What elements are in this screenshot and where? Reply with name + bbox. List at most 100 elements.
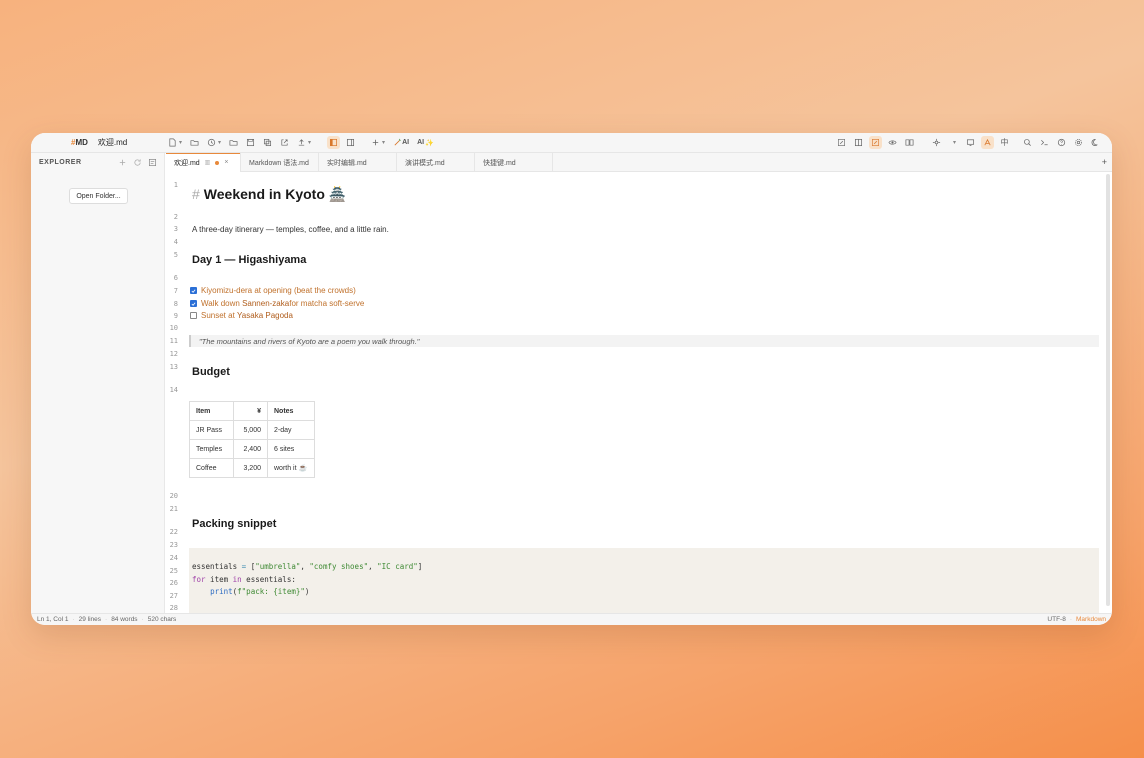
ai-write-button[interactable]: AI	[391, 136, 411, 149]
theme-toggle-button[interactable]	[1089, 136, 1102, 149]
line-number: 25	[169, 567, 178, 575]
line-number: 14	[169, 386, 178, 394]
table-cell: 5,000	[233, 420, 268, 440]
settings-button[interactable]	[1072, 136, 1085, 149]
task-checkbox[interactable]	[190, 287, 197, 294]
folder-icon	[190, 140, 199, 146]
line-number: 1	[173, 181, 178, 189]
clock-icon	[207, 138, 216, 147]
table-row: Coffee 3,200 worth it ☕	[189, 458, 315, 478]
table-header: ¥	[233, 401, 268, 421]
notes-icon	[148, 158, 157, 167]
preview-button[interactable]	[886, 136, 899, 149]
save-all-button[interactable]	[261, 136, 274, 149]
language-mode[interactable]: Markdown	[1076, 616, 1106, 623]
font-button[interactable]	[981, 136, 994, 149]
search-icon	[1024, 139, 1031, 146]
edit-mode-button[interactable]	[835, 136, 848, 149]
help-button[interactable]	[1055, 136, 1068, 149]
book-icon	[905, 139, 914, 146]
external-link-button[interactable]	[278, 136, 291, 149]
line-number: 10	[169, 324, 178, 332]
status-bar: Ln 1, Col 1 · 29 lines · 84 words · 520 …	[31, 613, 1112, 625]
font-icon	[984, 138, 991, 146]
code-line: for item in essentials:	[192, 575, 296, 584]
heading-1: # Weekend in Kyoto 🏯	[192, 186, 347, 202]
edit-icon	[872, 139, 879, 146]
line-number: 6	[173, 274, 178, 282]
encoding[interactable]: UTF-8	[1047, 616, 1065, 623]
budget-table: Item ¥ Notes JR Pass 5,000 2-day Temples…	[189, 401, 315, 478]
app-window: #MD 欢迎.md ▾ ▾ ▾ ▾ AI AI ✨ ▾ 中 EXPLORER O…	[31, 133, 1112, 625]
save-button[interactable]	[244, 136, 257, 149]
live-edit-button[interactable]	[869, 136, 882, 149]
terminal-button[interactable]	[1038, 136, 1051, 149]
new-tab-button[interactable]: +	[1102, 153, 1107, 171]
new-file-explorer-button[interactable]	[116, 156, 129, 169]
line-number: 9	[173, 312, 178, 320]
open-folder-button[interactable]	[188, 136, 201, 149]
close-tab-icon[interactable]: ×	[224, 159, 228, 166]
language-button[interactable]: 中	[998, 136, 1011, 149]
tab-markdown-syntax[interactable]: Markdown 语法.md	[241, 153, 319, 172]
scrollbar[interactable]	[1106, 174, 1110, 606]
export-button[interactable]: ▾	[295, 136, 313, 149]
new-file-button[interactable]: ▾	[166, 136, 184, 149]
tab-presentation[interactable]: 演讲模式.md	[397, 153, 475, 172]
task-item: Sunset at Yasaka Pagoda	[190, 311, 293, 320]
table-row: JR Pass 5,000 2-day	[189, 420, 315, 440]
folder-button[interactable]	[227, 136, 240, 149]
chevron-down-icon: ▾	[382, 140, 386, 146]
focus-options-button[interactable]: ▾	[947, 136, 960, 149]
moon-icon	[1091, 138, 1098, 146]
line-number: 28	[169, 604, 178, 612]
tab-welcome[interactable]: 欢迎.md ▥ ×	[166, 153, 241, 172]
present-button[interactable]	[964, 136, 977, 149]
tab-bar: 欢迎.md ▥ × Markdown 语法.md 实时编辑.md 演讲模式.md…	[166, 153, 1112, 172]
magic-wand-icon	[394, 138, 401, 146]
help-icon	[1057, 138, 1066, 147]
toggle-sidebar-button[interactable]	[327, 136, 341, 149]
recent-button[interactable]: ▾	[205, 136, 223, 149]
char-count: 520 chars	[147, 616, 177, 623]
save-icon	[247, 138, 255, 147]
app-logo: #MD	[71, 138, 88, 147]
tab-label: 演讲模式.md	[405, 159, 445, 167]
heading-packing: Packing snippet	[192, 518, 277, 530]
insert-button[interactable]: ▾	[369, 136, 387, 149]
blockquote: "The mountains and rivers of Kyoto are a…	[189, 335, 1099, 347]
check-icon	[191, 288, 196, 293]
toggle-panel-button[interactable]	[344, 136, 357, 149]
collapse-button[interactable]	[146, 156, 159, 169]
heading-budget: Budget	[192, 366, 230, 378]
search-button[interactable]	[1021, 136, 1034, 149]
tab-live-edit[interactable]: 实时编辑.md	[319, 153, 397, 172]
tab-shortcuts[interactable]: 快捷键.md	[475, 153, 553, 172]
ai-assist-button[interactable]: AI ✨	[415, 136, 436, 149]
code-line: print(f"pack: {item}")	[210, 587, 310, 596]
pencil-icon	[838, 139, 845, 146]
status-right: UTF-8 · Markdown	[1047, 616, 1106, 623]
toolbar-right: ▾ 中	[833, 136, 1104, 149]
editor-area[interactable]: 1 2 3 4 5 6 7 8 9 10 11 12 13 14 20 21 2…	[166, 172, 1112, 613]
refresh-button[interactable]	[131, 156, 144, 169]
table-cell: 2-day	[267, 420, 315, 440]
code-line: essentials = ["umbrella", "comfy shoes",…	[192, 562, 423, 571]
task-item: Kiyomizu-dera at opening (beat the crowd…	[190, 286, 356, 295]
task-checkbox[interactable]	[190, 312, 197, 319]
focus-button[interactable]	[930, 136, 943, 149]
split-view-button[interactable]	[852, 136, 865, 149]
separator: ·	[72, 616, 75, 623]
chevron-down-icon: ▾	[179, 140, 183, 146]
reader-button[interactable]	[903, 136, 916, 149]
line-number: 12	[169, 350, 178, 358]
columns-icon	[854, 138, 863, 147]
explorer-title: EXPLORER	[39, 159, 82, 166]
current-filename: 欢迎.md	[97, 138, 128, 147]
check-icon	[191, 301, 196, 306]
cursor-position[interactable]: Ln 1, Col 1	[37, 616, 68, 623]
table-cell: 3,200	[233, 458, 268, 478]
explorer-actions	[115, 156, 160, 169]
task-checkbox[interactable]	[190, 300, 197, 307]
open-folder-sidebar-button[interactable]: Open Folder...	[69, 188, 128, 204]
